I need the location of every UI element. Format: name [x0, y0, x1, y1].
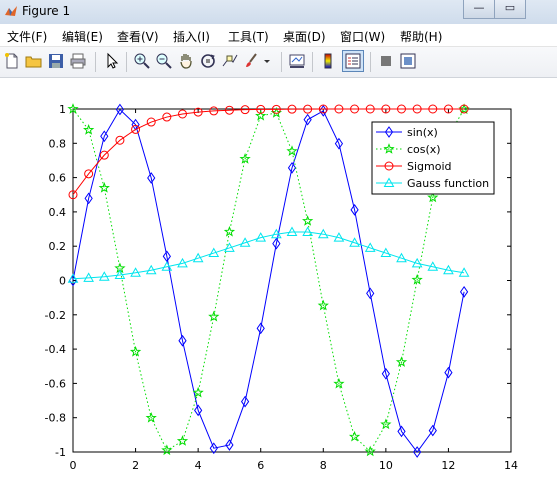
show-plot-tools-icon[interactable] — [399, 52, 417, 70]
maximize-icon: ▭ — [504, 1, 516, 14]
maximize-button[interactable]: ▭ — [494, 0, 526, 19]
toolbar-separator — [370, 52, 371, 72]
rotate-3d-icon[interactable] — [199, 52, 217, 70]
zoom-out-icon[interactable] — [155, 52, 173, 70]
menu-insert[interactable]: 插入(I) — [173, 28, 210, 45]
menu-desktop[interactable]: 桌面(D) — [283, 28, 326, 45]
y-tick-label: -0.4 — [45, 343, 66, 356]
y-tick-label: -0.8 — [45, 412, 66, 425]
x-tick-label: 4 — [195, 459, 202, 472]
open-file-icon[interactable] — [25, 52, 43, 70]
line-chart[interactable]: 0 2 4 6 8 10 12 14 -1 -0.8 -0.6 -0.4 -0.2 0 0.2 0.4 0.6 0… — [0, 78, 557, 498]
figure-toolbar — [0, 47, 557, 78]
link-plot-icon[interactable] — [288, 52, 306, 70]
window-title: Figure 1 — [22, 4, 71, 18]
x-tick-label: 10 — [379, 459, 393, 472]
menu-file[interactable]: 文件(F) — [7, 28, 47, 45]
y-tick-label: 0.4 — [49, 206, 67, 219]
matlab-logo-icon — [5, 6, 17, 16]
y-tick-label: 0.8 — [49, 137, 67, 150]
menu-bar: 文件(F) 编辑(E) 查看(V) 插入(I) 工具(T) 桌面(D) 窗口(W… — [0, 24, 557, 47]
x-tick-label: 0 — [70, 459, 77, 472]
y-tick-label: 0.2 — [49, 240, 67, 253]
legend-label: Sigmoid — [407, 160, 452, 173]
new-figure-icon[interactable] — [3, 52, 21, 70]
y-tick-label: 1 — [59, 103, 66, 116]
minimize-icon: — — [473, 1, 485, 14]
x-tick-label: 6 — [257, 459, 264, 472]
menu-tools[interactable]: 工具(T) — [228, 28, 269, 45]
colorbar-icon[interactable] — [319, 52, 337, 70]
x-tick-label: 2 — [132, 459, 139, 472]
x-tick-label: 14 — [504, 459, 518, 472]
print-icon[interactable] — [69, 52, 87, 70]
zoom-in-icon[interactable] — [133, 52, 151, 70]
minimize-button[interactable]: — — [463, 0, 495, 19]
menu-view[interactable]: 查看(V) — [117, 28, 159, 45]
select-arrow-icon[interactable] — [103, 52, 121, 70]
toolbar-separator — [95, 52, 96, 72]
legend-label: sin(x) — [407, 126, 438, 139]
toolbar-separator — [312, 52, 313, 72]
menu-edit[interactable]: 编辑(E) — [62, 28, 103, 45]
y-tick-label: 0 — [59, 275, 66, 288]
brush-dropdown-icon[interactable] — [262, 52, 272, 70]
figure-canvas[interactable]: 0 2 4 6 8 10 12 14 -1 -0.8 -0.6 -0.4 -0.2 0 0.2 0.4 0.6 0… — [0, 78, 557, 498]
save-icon[interactable] — [47, 52, 65, 70]
menu-help[interactable]: 帮助(H) — [400, 28, 442, 45]
y-tick-label: -1 — [55, 446, 66, 459]
pan-hand-icon[interactable] — [177, 52, 195, 70]
brush-icon[interactable] — [243, 52, 261, 70]
toolbar-separator — [281, 52, 282, 72]
x-tick-label: 12 — [441, 459, 455, 472]
y-tick-label: 0.6 — [49, 172, 67, 185]
y-tick-label: -0.6 — [45, 377, 66, 390]
legend: sin(x) cos(x) Sigmoid Gauss function — [371, 121, 495, 195]
data-cursor-icon[interactable] — [221, 52, 239, 70]
y-tick-label: -0.2 — [45, 309, 66, 322]
legend-icon[interactable] — [342, 50, 364, 72]
window-titlebar: Figure 1 — ▭ — [0, 0, 557, 25]
menu-window[interactable]: 窗口(W) — [340, 28, 385, 45]
x-tick-label: 8 — [320, 459, 327, 472]
toolbar-separator — [126, 52, 127, 72]
legend-label: cos(x) — [407, 143, 441, 156]
hide-plot-tools-icon[interactable] — [377, 52, 395, 70]
legend-label: Gauss function — [407, 177, 489, 190]
